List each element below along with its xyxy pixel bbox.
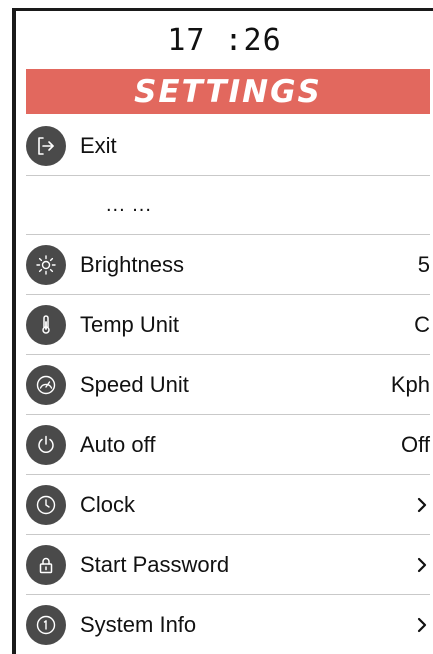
brightness-value: 5 bbox=[417, 251, 430, 277]
menu-item-label: Speed Unit bbox=[80, 371, 189, 397]
menu-item-brightness[interactable]: Brightness 5 bbox=[26, 235, 430, 295]
menu-item-label: Clock bbox=[80, 491, 136, 517]
more-indicator: ... ... bbox=[106, 193, 152, 216]
menu-item-temp-unit[interactable]: Temp Unit C bbox=[26, 295, 430, 355]
menu-item-label: Start Password bbox=[80, 551, 230, 577]
clock-icon bbox=[26, 484, 66, 525]
menu-item-start-password[interactable]: Start Password bbox=[26, 535, 430, 595]
menu-item-speed-unit[interactable]: Speed Unit Kph bbox=[26, 355, 430, 415]
auto-off-value: Off bbox=[401, 431, 430, 457]
settings-header: SETTINGS bbox=[26, 69, 430, 114]
menu-item-auto-off[interactable]: Auto off Off bbox=[26, 415, 430, 475]
chevron-right-icon bbox=[416, 535, 428, 594]
chevron-right-icon bbox=[416, 475, 428, 534]
lock-icon bbox=[26, 544, 66, 585]
temp-unit-value: C bbox=[414, 311, 430, 337]
menu-item-label: Exit bbox=[80, 132, 117, 158]
thermometer-icon bbox=[26, 304, 66, 345]
info-icon bbox=[26, 604, 66, 645]
exit-icon bbox=[26, 125, 66, 166]
speedometer-icon bbox=[26, 364, 66, 405]
menu-item-more[interactable]: ... ... bbox=[26, 176, 430, 235]
menu-item-system-info[interactable]: System Info bbox=[26, 595, 430, 654]
settings-menu: Exit ... ... Brightness 5 Temp Unit C Sp… bbox=[26, 116, 430, 654]
brightness-icon bbox=[26, 244, 66, 285]
settings-screen: 17 :26 SETTINGS Exit ... ... Brightness … bbox=[0, 0, 433, 654]
menu-item-exit[interactable]: Exit bbox=[26, 116, 430, 176]
device-bezel-left bbox=[12, 8, 16, 654]
chevron-right-icon bbox=[416, 595, 428, 654]
menu-item-clock[interactable]: Clock bbox=[26, 475, 430, 535]
menu-item-label: Brightness bbox=[80, 251, 184, 277]
menu-item-label: System Info bbox=[80, 611, 197, 637]
power-icon bbox=[26, 424, 66, 465]
status-clock: 17 :26 bbox=[167, 22, 282, 58]
menu-item-label: Auto off bbox=[80, 431, 156, 457]
menu-item-label: Temp Unit bbox=[80, 311, 180, 337]
page-title: SETTINGS bbox=[134, 73, 322, 110]
device-bezel-top bbox=[12, 8, 433, 11]
speed-unit-value: Kph bbox=[390, 371, 430, 397]
